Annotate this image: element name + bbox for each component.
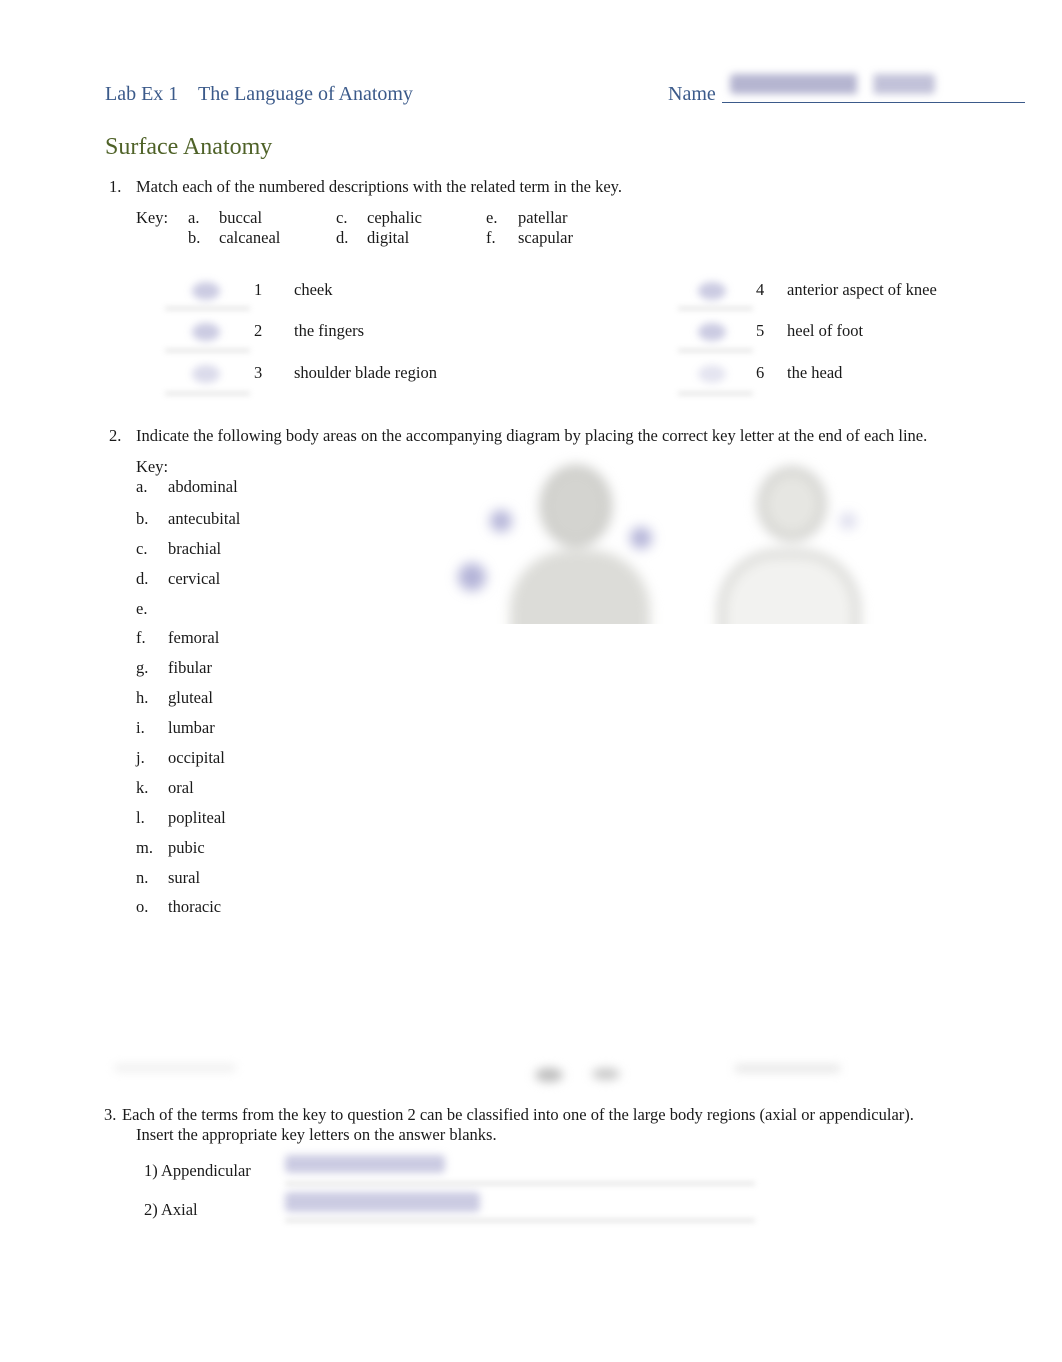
- key-term: popliteal: [168, 808, 226, 827]
- key-letter: f.: [136, 628, 146, 647]
- key-letter: j.: [136, 748, 145, 767]
- section-title: Surface Anatomy: [105, 134, 273, 160]
- answer-line: [678, 392, 753, 395]
- key-letter: g.: [136, 658, 149, 677]
- q2-prompt: Indicate the following body areas on the…: [136, 426, 928, 445]
- key-term: calcaneal: [219, 228, 281, 247]
- axial-label: 2) Axial: [144, 1200, 198, 1219]
- key-term: cephalic: [367, 208, 422, 227]
- item-text: cheek: [294, 280, 333, 299]
- axial-answer-line: [285, 1219, 755, 1222]
- answer-blank[interactable]: [192, 323, 220, 341]
- key-letter: a.: [136, 477, 148, 496]
- q2-number: 2.: [109, 426, 122, 445]
- key-letter: d.: [136, 569, 149, 588]
- key-letter: a.: [188, 208, 200, 227]
- q1-key-label: Key:: [136, 208, 169, 227]
- key-term: oral: [168, 778, 194, 797]
- key-term: lumbar: [168, 718, 215, 737]
- item-text: anterior aspect of knee: [787, 280, 937, 299]
- key-letter: n.: [136, 868, 149, 887]
- item-number: 2: [254, 321, 263, 340]
- answer-line: [678, 349, 753, 352]
- key-term: antecubital: [168, 509, 241, 528]
- key-letter: b.: [136, 509, 149, 528]
- item-number: 5: [756, 321, 765, 340]
- item-text: the head: [787, 363, 843, 382]
- item-number: 1: [254, 280, 263, 299]
- key-letter: l.: [136, 808, 145, 827]
- name-field-line[interactable]: [722, 102, 1025, 103]
- diagram-remnant-line: [115, 1066, 235, 1070]
- answer-blank[interactable]: [698, 282, 726, 300]
- key-term: gluteal: [168, 688, 213, 707]
- key-letter: b.: [188, 228, 201, 247]
- posterior-figure-head: [758, 467, 826, 541]
- diagram-hidden-area: [440, 624, 940, 1054]
- name-label: Name: [668, 83, 716, 105]
- q3-prompt-line2: Insert the appropriate key letters on th…: [136, 1125, 497, 1144]
- key-letter: e.: [486, 208, 498, 227]
- key-letter: i.: [136, 718, 145, 737]
- diagram-remnant-foot: [535, 1068, 563, 1082]
- key-letter: e.: [136, 599, 148, 618]
- key-term: fibular: [168, 658, 212, 677]
- key-term: buccal: [219, 208, 263, 227]
- diagram-remnant-line: [735, 1066, 840, 1071]
- answer-blank[interactable]: [192, 365, 220, 383]
- item-number: 3: [254, 363, 263, 382]
- redacted-name: [730, 74, 935, 94]
- diagram-answer-marker[interactable]: [458, 563, 486, 591]
- diagram-answer-marker[interactable]: [630, 527, 652, 549]
- diagram-answer-marker[interactable]: [840, 513, 856, 529]
- answer-blank[interactable]: [698, 365, 726, 383]
- key-letter: d.: [336, 228, 349, 247]
- appendicular-answer[interactable]: [285, 1155, 445, 1173]
- key-term: sural: [168, 868, 201, 887]
- key-letter: c.: [136, 539, 148, 558]
- key-term: occipital: [168, 748, 225, 767]
- answer-blank[interactable]: [698, 323, 726, 341]
- key-term: digital: [367, 228, 410, 247]
- key-term: femoral: [168, 628, 220, 647]
- key-term: scapular: [518, 228, 573, 247]
- answer-blank[interactable]: [192, 282, 220, 300]
- item-text: heel of foot: [787, 321, 864, 340]
- key-term: cervical: [168, 569, 221, 588]
- q3-number: 3.: [104, 1105, 117, 1124]
- key-term: abdominal: [168, 477, 238, 496]
- axial-answer[interactable]: [285, 1192, 480, 1212]
- item-number: 4: [756, 280, 765, 299]
- key-term: patellar: [518, 208, 568, 227]
- diagram-answer-marker[interactable]: [490, 510, 512, 532]
- q1-number: 1.: [109, 177, 122, 196]
- document-title: The Language of Anatomy: [198, 83, 413, 105]
- key-letter: m.: [136, 838, 153, 857]
- key-letter: h.: [136, 688, 149, 707]
- key-letter: k.: [136, 778, 149, 797]
- body-diagram: [440, 455, 940, 646]
- q3-prompt-line1: Each of the terms from the key to questi…: [122, 1105, 914, 1124]
- answer-line: [165, 349, 250, 352]
- key-term: pubic: [168, 838, 205, 857]
- key-letter: c.: [336, 208, 348, 227]
- key-letter: o.: [136, 897, 149, 916]
- diagram-remnant-foot: [592, 1068, 620, 1080]
- item-number: 6: [756, 363, 765, 382]
- key-letter: f.: [486, 228, 496, 247]
- anterior-figure-head: [540, 465, 612, 547]
- key-term: thoracic: [168, 897, 222, 916]
- q1-prompt: Match each of the numbered descriptions …: [136, 177, 622, 196]
- appendicular-label: 1) Appendicular: [144, 1161, 251, 1180]
- q2-key-label: Key:: [136, 457, 169, 476]
- lab-number: Lab Ex 1: [105, 83, 179, 105]
- answer-line: [678, 307, 753, 310]
- item-text: the fingers: [294, 321, 365, 340]
- answer-line: [165, 392, 250, 395]
- item-text: shoulder blade region: [294, 363, 437, 382]
- key-term: brachial: [168, 539, 222, 558]
- appendicular-answer-line: [285, 1182, 755, 1185]
- answer-line: [165, 307, 250, 310]
